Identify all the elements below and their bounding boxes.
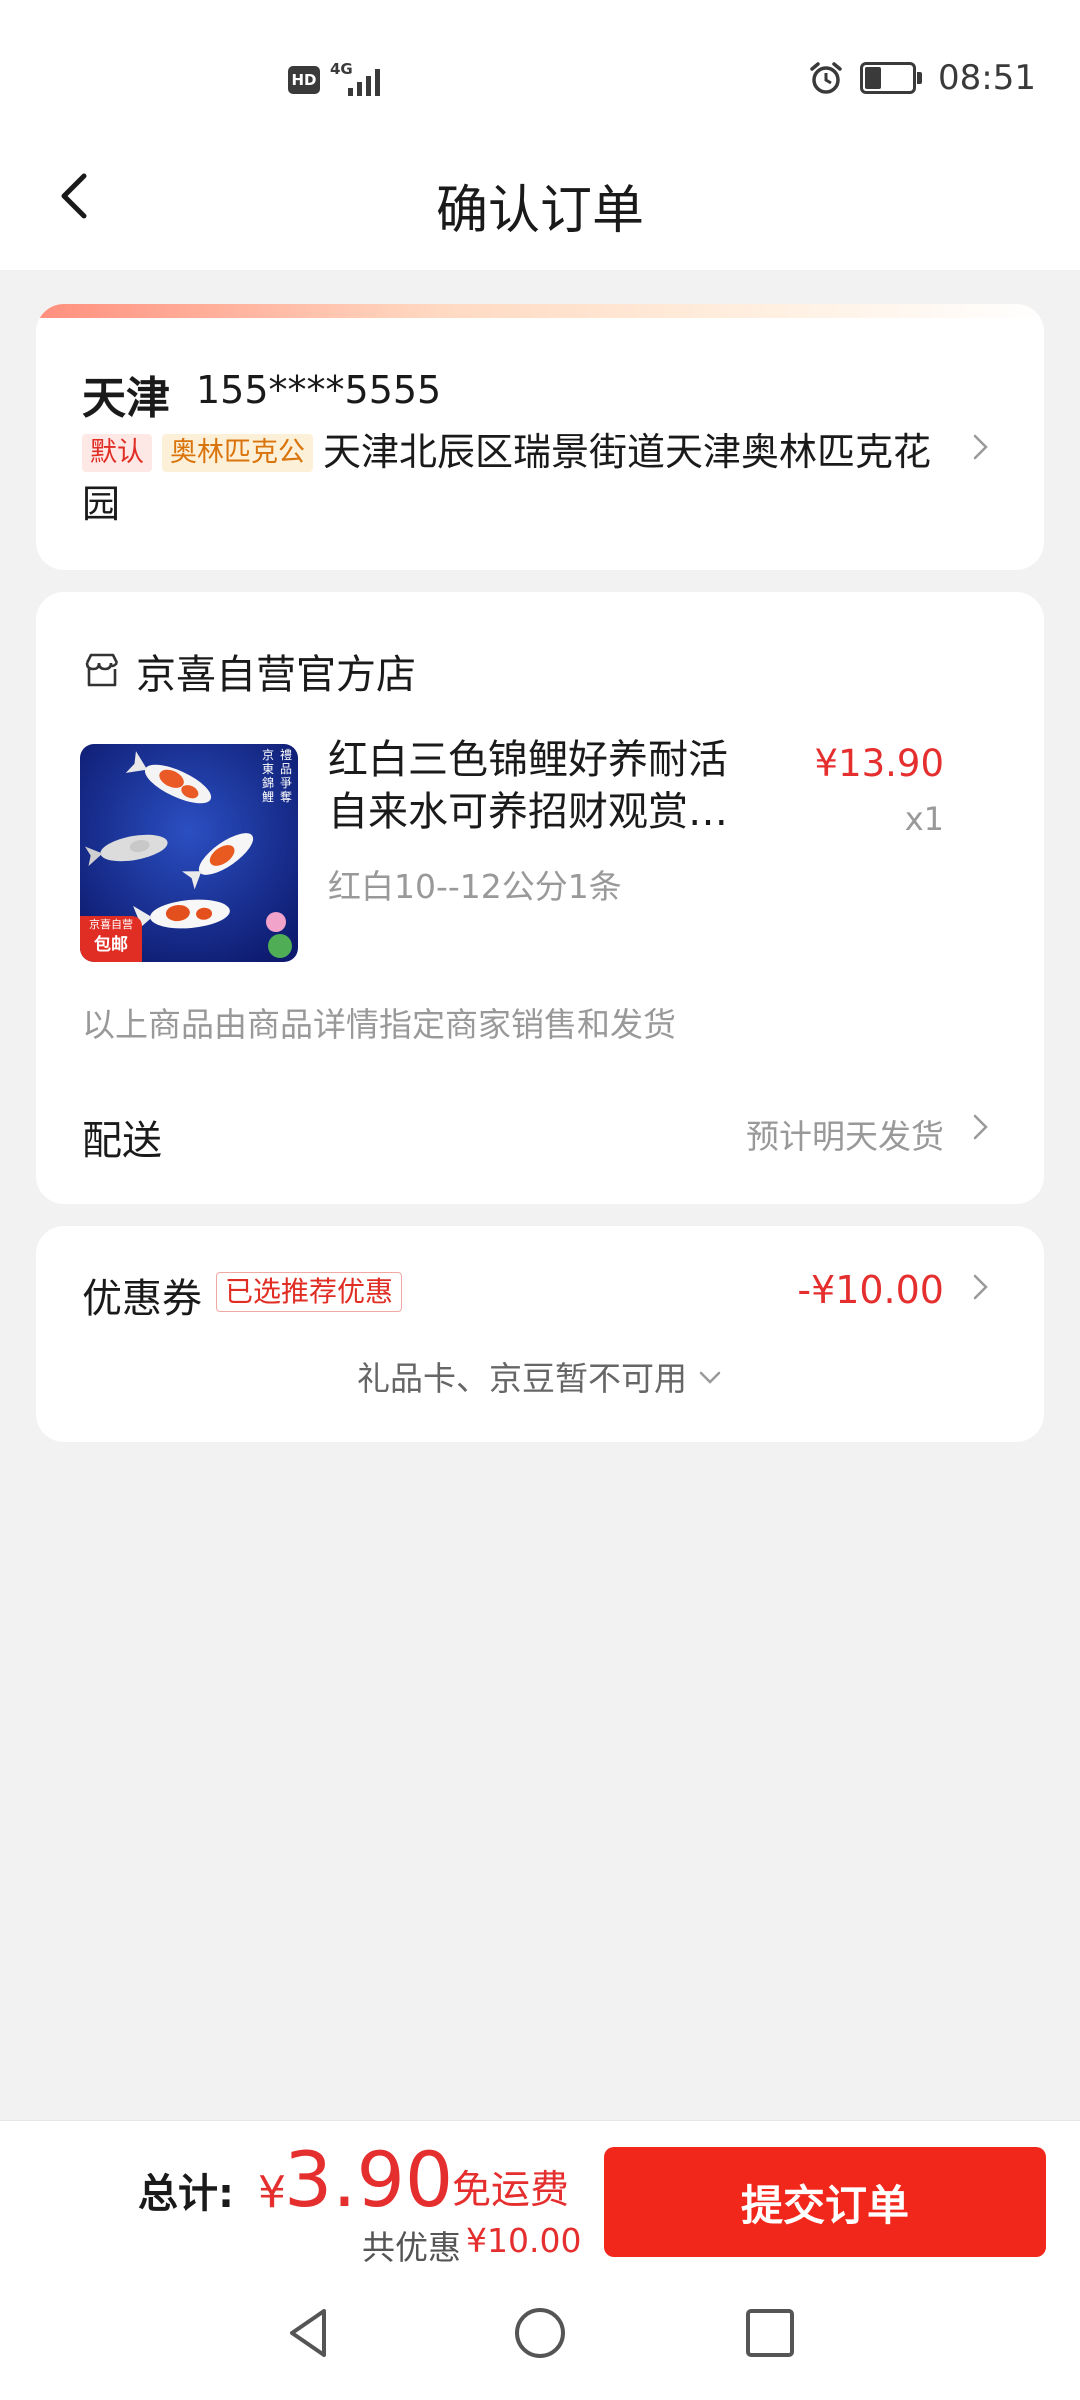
- chevron-right-icon[interactable]: [970, 1272, 992, 1302]
- nav-back-icon[interactable]: [278, 2303, 338, 2363]
- alarm-icon: [810, 62, 842, 94]
- gift-card-row[interactable]: 礼品卡、京豆暂不可用: [36, 1352, 1044, 1400]
- product-spec: 红白10--12公分1条: [328, 867, 622, 906]
- delivery-value[interactable]: 预计明天发货: [746, 1110, 944, 1158]
- product-image[interactable]: 京喜自营 包邮 禮品爭奪 京東錦鯉: [80, 744, 298, 962]
- nav-header: 确认订单: [0, 130, 1080, 270]
- product-price: ¥13.90: [814, 742, 944, 785]
- store-icon: [85, 653, 119, 687]
- signal-icon: 4G: [330, 60, 386, 100]
- chevron-right-icon[interactable]: [970, 1112, 992, 1142]
- coupon-tag: 已选推荐优惠: [216, 1272, 403, 1312]
- hd-icon: HD: [288, 66, 320, 94]
- address-card[interactable]: 天津 155****5555 默认 奥林匹克公 天津北辰区瑞景街道天津奥林匹克花园: [36, 304, 1044, 570]
- address-label-tag: 奥林匹克公: [162, 434, 313, 472]
- image-caption-right: 禮品爭奪: [280, 748, 293, 804]
- chevron-right-icon: [973, 434, 988, 460]
- coupon-label: 优惠券: [82, 1276, 202, 1322]
- status-left: HD 4G: [288, 60, 386, 100]
- total-value: 3.90: [284, 2135, 454, 2224]
- status-time: 08:51: [938, 58, 1036, 98]
- shipping-note: 免运费: [452, 2168, 570, 2213]
- page-title: 确认订单: [435, 181, 644, 241]
- delivery-label: 配送: [82, 1118, 162, 1164]
- coupon-card[interactable]: 优惠券 已选推荐优惠 -¥10.00 礼品卡、京豆暂不可用: [36, 1226, 1044, 1442]
- store-name[interactable]: 京喜自营官方店: [136, 642, 416, 700]
- coupon-value: -¥10.00: [797, 1268, 944, 1312]
- address-phone: 155****5555: [196, 368, 442, 412]
- status-bar: HD 4G 08:51: [0, 0, 1080, 150]
- system-navigation-bar: [0, 2293, 1080, 2393]
- address-gradient-strip: [36, 304, 1044, 318]
- default-tag: 默认: [82, 434, 152, 472]
- status-right: 08:51: [808, 56, 1036, 100]
- address-city: 天津: [82, 373, 170, 424]
- battery-icon: [860, 62, 923, 94]
- nav-recents-icon[interactable]: [740, 2303, 800, 2363]
- total-label: 总计:: [138, 2171, 234, 2217]
- saving-label: 共优惠: [362, 2228, 461, 2267]
- total-currency: ¥: [258, 2167, 286, 2218]
- gift-note: 礼品卡、京豆暂不可用: [357, 1359, 687, 1398]
- product-badge-top: 京喜自营: [89, 918, 133, 931]
- seller-note: 以上商品由商品详情指定商家销售和发货: [82, 1005, 676, 1044]
- product-badge: 京喜自营 包邮: [80, 916, 142, 962]
- product-title[interactable]: 红白三色锦鲤好养耐活自来水可养招财观赏…: [328, 734, 748, 838]
- nav-home-icon[interactable]: [510, 2303, 570, 2363]
- image-caption-left: 京東錦鯉: [262, 748, 275, 804]
- bottom-bar: 总计: ¥ 3.90 免运费 共优惠 ¥10.00 提交订单: [0, 2120, 1080, 2400]
- product-badge-bottom: 包邮: [94, 935, 128, 955]
- submit-order-button[interactable]: 提交订单: [604, 2147, 1046, 2257]
- product-quantity: x1: [904, 800, 944, 838]
- chevron-down-icon: [699, 1371, 721, 1384]
- shop-card: 京喜自营官方店 京喜自营 包邮 禮品爭奪 京東錦鯉 红白三色锦鲤好养耐活自来水可…: [36, 592, 1044, 1204]
- saving-value: ¥10.00: [466, 2221, 582, 2260]
- address-detail-line: 默认 奥林匹克公 天津北辰区瑞景街道天津奥林匹克花园: [82, 426, 962, 530]
